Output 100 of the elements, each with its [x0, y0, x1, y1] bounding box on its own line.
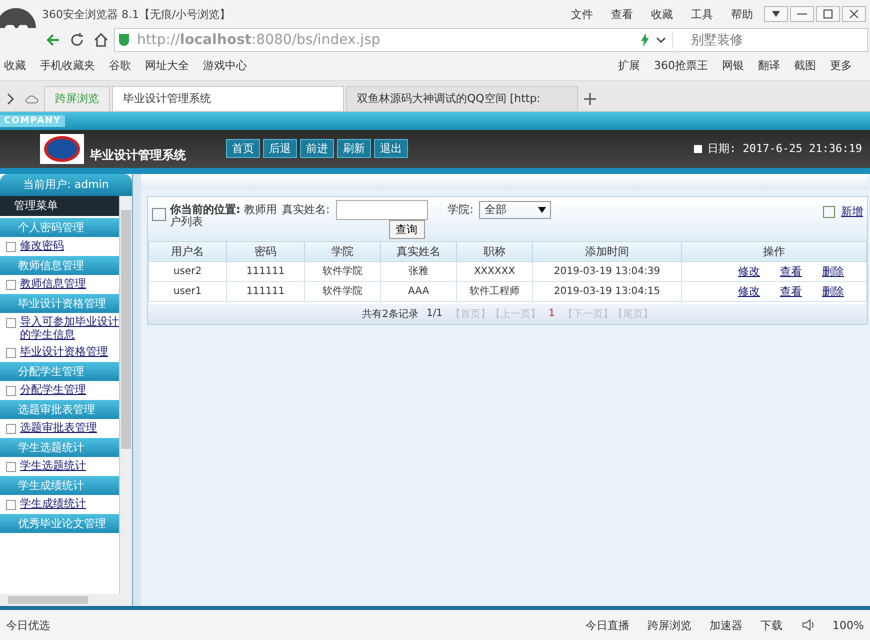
table-cell: 2019-03-19 13:04:39: [532, 261, 682, 282]
table-cell: 软件学院: [304, 261, 380, 282]
action-link[interactable]: 删除: [822, 264, 844, 278]
daily-picks-item[interactable]: 今日优选: [6, 618, 50, 633]
menu-link[interactable]: 分配学生管理: [20, 382, 86, 396]
document-icon: [6, 424, 16, 434]
action-link[interactable]: 查看: [780, 284, 802, 298]
browser-tab[interactable]: 双鱼林源码大神调试的QQ空间 [http:: [346, 86, 578, 111]
column-header: 学院: [304, 241, 380, 262]
menu-item[interactable]: 帮助: [731, 6, 753, 22]
dropdown-arrow-icon: [538, 206, 546, 213]
page-number: 1/1: [426, 308, 443, 320]
table-cell: 111111: [226, 261, 304, 282]
menu-link[interactable]: 毕业设计资格管理: [20, 344, 108, 358]
bookmark-link[interactable]: 谷歌: [109, 58, 131, 74]
reload-button[interactable]: [69, 32, 85, 48]
zoom-level[interactable]: 100%: [832, 618, 864, 632]
column-header: 密码: [226, 241, 304, 262]
document-icon: [6, 500, 16, 510]
browser-tab[interactable]: 毕业设计管理系统: [112, 86, 344, 111]
table-cell: AAA: [380, 281, 456, 302]
column-header: 真实姓名: [380, 241, 456, 262]
company-label: COMPANY: [0, 114, 65, 127]
close-button[interactable]: [842, 6, 866, 22]
column-header: 添加时间: [532, 241, 682, 262]
dropdown-icon[interactable]: [656, 36, 666, 44]
window-title: 360安全浏览器 8.1【无痕/小号浏览】: [42, 6, 231, 22]
status-item[interactable]: 跨屏浏览: [648, 618, 692, 633]
maximize-button[interactable]: [816, 6, 840, 22]
action-link[interactable]: 查看: [780, 264, 802, 278]
horizontal-scrollbar[interactable]: [0, 594, 132, 606]
document-icon: [6, 462, 16, 472]
menu-link[interactable]: 选题审批表管理: [20, 420, 97, 434]
status-item[interactable]: 下载: [760, 618, 783, 633]
date-text: 日期: 2017-6-25 21:36:19: [708, 141, 862, 156]
home-button[interactable]: [93, 32, 109, 48]
skin-icon[interactable]: [764, 6, 788, 22]
extension-button[interactable]: 翻译: [758, 58, 780, 74]
menu-link[interactable]: 修改密码: [20, 238, 64, 252]
table-cell: 张雅: [380, 261, 456, 282]
menu-item[interactable]: 查看: [611, 6, 633, 22]
minimize-button[interactable]: [790, 6, 814, 22]
breadcrumb-text: 你当前的位置: 教师用户列表: [170, 204, 278, 228]
college-select[interactable]: 全部: [479, 200, 552, 219]
scrollbar[interactable]: [119, 196, 132, 594]
table-cell: XXXXXX: [456, 261, 532, 282]
speaker-icon[interactable]: [800, 618, 815, 632]
site-title: 毕业设计管理系统: [90, 147, 186, 164]
name-field[interactable]: [336, 200, 428, 220]
nav-button[interactable]: 后退: [263, 139, 297, 158]
column-header: 职称: [456, 241, 532, 262]
bookmark-link[interactable]: 游戏中心: [203, 58, 247, 74]
menu-link[interactable]: 导入可参加毕业设计的学生信息: [20, 314, 119, 341]
bookmark-link[interactable]: 手机收藏夹: [40, 58, 95, 74]
add-link[interactable]: 新增: [841, 204, 863, 219]
record-count: 共有2条记录: [362, 308, 418, 321]
field-label: 学院:: [448, 202, 474, 218]
column-header: 操作: [682, 241, 866, 262]
extension-button[interactable]: 360抢票王: [654, 58, 708, 74]
document-icon: [6, 280, 16, 290]
bookmark-link[interactable]: 收藏: [4, 58, 26, 74]
nav-button[interactable]: 退出: [374, 139, 408, 158]
nav-button[interactable]: 前进: [300, 139, 334, 158]
nav-button[interactable]: 刷新: [337, 139, 371, 158]
menu-item[interactable]: 文件: [571, 6, 593, 22]
menu-item[interactable]: 工具: [691, 6, 713, 22]
menu-link[interactable]: 教师信息管理: [20, 276, 86, 290]
status-item[interactable]: 今日直播: [586, 618, 630, 633]
square-icon: [694, 144, 702, 153]
table-cell: 111111: [226, 281, 304, 302]
new-tab-button[interactable]: [583, 92, 597, 106]
nav-button[interactable]: 首页: [226, 139, 260, 158]
action-link[interactable]: 删除: [822, 284, 844, 298]
table-cell: 软件学院: [304, 281, 380, 302]
extension-button[interactable]: 截图: [794, 58, 816, 74]
table-cell: user2: [148, 261, 226, 282]
bookmark-link[interactable]: 网址大全: [145, 58, 189, 74]
back-button[interactable]: [45, 32, 61, 48]
query-button[interactable]: 查询: [388, 220, 425, 239]
table-cell: 2019-03-19 13:04:15: [532, 281, 682, 302]
lightning-icon: [640, 33, 650, 47]
menu-link[interactable]: 学生选题统计: [20, 458, 86, 472]
menu-item[interactable]: 收藏: [651, 6, 673, 22]
current-page: 1: [548, 308, 555, 320]
shield-icon: [119, 34, 129, 46]
extension-button[interactable]: 扩展: [618, 58, 640, 74]
document-icon: [6, 386, 16, 396]
extension-button[interactable]: 更多: [830, 58, 852, 74]
action-link[interactable]: 修改: [738, 284, 760, 298]
extension-button[interactable]: 网银: [722, 58, 744, 74]
document-icon: [6, 318, 16, 328]
current-user-bar: 当前用户: admin: [0, 174, 132, 196]
menu-link[interactable]: 学生成绩统计: [20, 496, 86, 510]
list-icon: [152, 208, 166, 221]
column-header: 用户名: [148, 241, 226, 262]
action-link[interactable]: 修改: [738, 264, 760, 278]
document-icon: [6, 242, 16, 252]
add-icon: [823, 206, 835, 218]
menu-title: 管理菜单: [0, 196, 119, 216]
status-item[interactable]: 加速器: [710, 618, 743, 633]
